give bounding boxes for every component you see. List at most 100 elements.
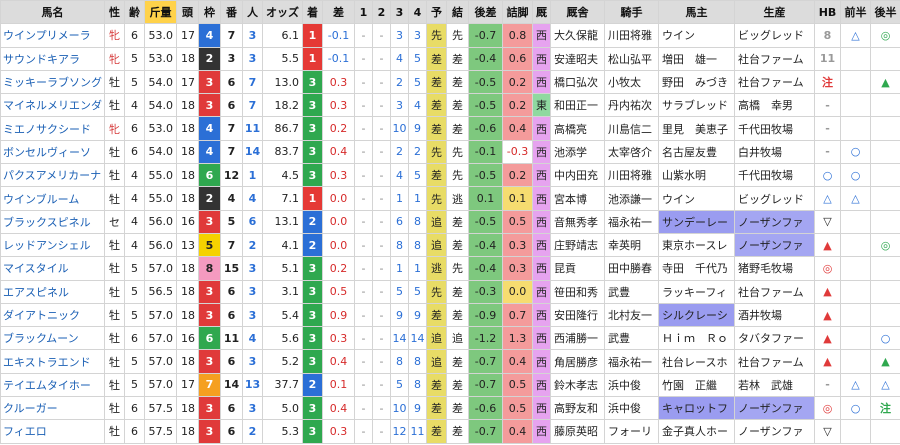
table-row[interactable]: ダイアトニック牡 5 57.0 18 3 6 3 5.4 3 0.9- -9 9 差差 -0.9 0.7 西安… [0, 302, 900, 328]
column-header[interactable]: 前半 [840, 0, 871, 25]
horse-name[interactable]: フィエロ [0, 419, 105, 444]
column-header[interactable]: 齢 [124, 0, 145, 25]
table-row[interactable]: ウインプリメーラ牝 6 53.0 17 4 7 3 6.1 1 -0.1- -3 3 先先 -0.7 0.8… [0, 23, 900, 48]
column-header[interactable]: 生産 [734, 0, 815, 25]
corner-1: - [354, 349, 373, 374]
late-diff: -0.4 [468, 46, 503, 71]
column-header[interactable]: 騎手 [604, 0, 659, 25]
table-row[interactable]: マイスタイル牡 5 57.0 18 8 15 3 5.1 3 0.2- -1 1 逃先 -0.4 0.3 西昆… [0, 256, 900, 281]
column-header[interactable]: 馬名 [0, 0, 105, 25]
sex: 牝 [104, 46, 125, 71]
closing-speed: 0.4 [502, 116, 533, 141]
column-header[interactable]: 斤量 [144, 0, 177, 25]
closing-speed: 0.4 [502, 349, 533, 374]
corner-3: 4 [390, 163, 409, 188]
horse-name[interactable]: ブラックムーン [0, 326, 105, 351]
column-header[interactable]: 馬主 [658, 0, 735, 25]
horse-name[interactable]: クルーガー [0, 396, 105, 421]
table-row[interactable]: マイネルメリエンダ牡 4 54.0 18 3 6 7 18.2 3 0.3- -3 4 差差 -0.5 0.… [0, 93, 900, 118]
table-row[interactable]: パクスアメリカーナ牡 4 55.0 18 6 12 1 4.5 3 0.3- -4 5 差先 -0.5 0.… [0, 163, 900, 188]
column-header[interactable]: 4 [408, 0, 427, 25]
table-row[interactable]: ミッキーラブソング牡 5 54.0 17 3 6 7 13.0 3 0.3- -2 5 差差 -0.5 0.… [0, 69, 900, 95]
horse-name[interactable]: ボンセルヴィーソ [0, 139, 105, 165]
horse-name[interactable]: サウンドキアラ [0, 46, 105, 71]
column-header[interactable]: 人 [242, 0, 263, 25]
stable-region: 西 [532, 256, 551, 281]
table-row[interactable]: レッドアンシェル牡 4 56.0 13 5 7 2 4.1 2 0.0- -8 8 追差 -0.4 0.3 西… [0, 232, 900, 258]
margin: 0.3 [322, 163, 355, 188]
closing-speed: 0.5 [502, 209, 533, 234]
table-row[interactable]: サウンドキアラ牝 5 53.0 18 2 3 3 5.5 1 -0.1- -4 5 差差 -0.4 0.6 西… [0, 46, 900, 71]
stable-region: 西 [532, 23, 551, 48]
margin: 0.4 [322, 139, 355, 165]
table-row[interactable]: ボンセルヴィーソ牡 6 54.0 18 4 7 14 83.7 3 0.4- -2 2 先先 -0.1 -0… [0, 139, 900, 165]
gate-frame: 6 [198, 163, 221, 188]
corner-3: 6 [390, 209, 409, 234]
column-header[interactable]: オッズ [262, 0, 303, 25]
column-header[interactable]: 枠 [198, 0, 221, 25]
corner-3: 10 [390, 396, 409, 421]
popularity: 2 [242, 232, 263, 258]
horse-name[interactable]: パクスアメリカーナ [0, 163, 105, 188]
corner-3: 10 [390, 116, 409, 141]
horse-name[interactable]: エキストラエンド [0, 349, 105, 374]
column-header[interactable]: 1 [354, 0, 373, 25]
horse-name[interactable]: マイネルメリエンダ [0, 93, 105, 118]
odds: 5.3 [262, 419, 303, 444]
corner-4: 1 [408, 256, 427, 281]
weight: 53.0 [144, 116, 177, 141]
corner-1: - [354, 93, 373, 118]
table-row[interactable]: ブラックムーン牡 6 57.0 16 6 11 4 5.6 3 0.3- -14 14 追追 -1.2 1.… [0, 326, 900, 351]
table-row[interactable]: エキストラエンド牡 5 57.0 18 3 6 3 5.2 3 0.4- -8 8 追差 -0.7 0.4 西… [0, 349, 900, 374]
column-header[interactable]: 後半 [870, 0, 900, 25]
corner-4: 9 [408, 116, 427, 141]
table-row[interactable]: フィエロ牡 6 57.5 18 3 6 2 5.3 3 0.3- -12 11 差差 -0.7 0.4 西藤原… [0, 419, 900, 444]
late-diff: -0.5 [468, 69, 503, 95]
table-row[interactable]: クルーガー牡 6 57.5 18 3 6 3 5.0 3 0.4- -10 9 差差 -0.6 0.5 西高野… [0, 396, 900, 421]
horse-name[interactable]: エアスピネル [0, 279, 105, 304]
odds: 18.2 [262, 93, 303, 118]
table-row[interactable]: テイエムタイホー牡 5 57.0 17 7 14 13 37.7 2 0.1- -5 8 差差 -0.7 0… [0, 372, 900, 398]
horse-name[interactable]: ウインブルーム [0, 186, 105, 211]
trainer: 和田正一 [550, 93, 605, 118]
horse-name[interactable]: ミッキーラブソング [0, 69, 105, 95]
horse-name[interactable]: ダイアトニック [0, 302, 105, 328]
table-row[interactable]: エアスピネル牡 5 56.5 18 3 6 3 3.1 3 0.5- -5 5 先差 -0.3 0.0 西笹田… [0, 279, 900, 304]
column-header[interactable]: 予 [426, 0, 447, 25]
horse-name[interactable]: マイスタイル [0, 256, 105, 281]
column-header[interactable]: 頭 [176, 0, 199, 25]
corner-4: 5 [408, 279, 427, 304]
horse-name[interactable]: ブラックスピネル [0, 209, 105, 234]
column-header[interactable]: HB [814, 0, 841, 25]
column-header[interactable]: 3 [390, 0, 409, 25]
odds: 5.6 [262, 326, 303, 351]
column-header[interactable]: 性 [104, 0, 125, 25]
owner: キャロットフ [658, 396, 735, 421]
corner-2: - [372, 279, 391, 304]
table-row[interactable]: ブラックスピネルセ 4 56.0 16 3 5 6 13.1 2 0.0- -6 8 追差 -0.5 0.5… [0, 209, 900, 234]
table-row[interactable]: ウインブルーム牡 4 55.0 18 2 4 4 7.1 1 0.0- -1 1 先逃 0.1 0.1 西宮本… [0, 186, 900, 211]
corner-3: 3 [390, 93, 409, 118]
horse-number: 7 [220, 139, 243, 165]
column-header[interactable]: 厩舎 [550, 0, 605, 25]
column-header[interactable]: 詰脚 [502, 0, 533, 25]
column-header[interactable]: 番 [220, 0, 243, 25]
column-header[interactable]: 厩 [532, 0, 551, 25]
horse-name[interactable]: レッドアンシェル [0, 232, 105, 258]
horse-name[interactable]: ウインプリメーラ [0, 23, 105, 48]
column-header[interactable]: 2 [372, 0, 391, 25]
table-row[interactable]: ミエノサクシード牝 6 53.0 18 4 7 11 86.7 3 0.2- -10 9 差差 -0.6 0… [0, 116, 900, 141]
column-header[interactable]: 差 [322, 0, 355, 25]
horse-name[interactable]: テイエムタイホー [0, 372, 105, 398]
column-header[interactable]: 後差 [468, 0, 503, 25]
corner-1: - [354, 69, 373, 95]
trainer: 鈴木孝志 [550, 372, 605, 398]
hb-mark: △ [814, 186, 841, 211]
finish: 3 [302, 349, 323, 374]
popularity: 3 [242, 279, 263, 304]
horse-name[interactable]: ミエノサクシード [0, 116, 105, 141]
age: 5 [124, 279, 145, 304]
owner: 野田 みづき [658, 69, 735, 95]
column-header[interactable]: 結 [446, 0, 469, 25]
column-header[interactable]: 着 [302, 0, 323, 25]
